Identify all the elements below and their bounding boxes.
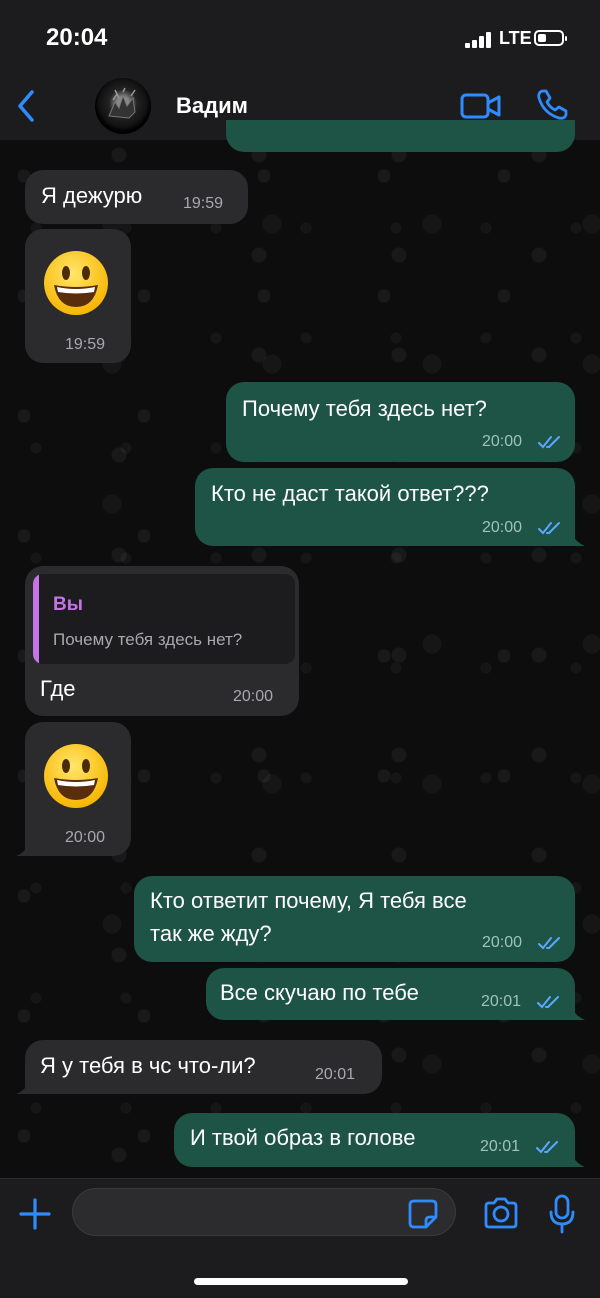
- battery-icon: [534, 30, 567, 46]
- double-check-icon: [537, 996, 559, 1009]
- signal-icon: [465, 32, 493, 48]
- microphone-icon: [549, 1194, 575, 1234]
- reply-quote-text: Почему тебя здесь нет?: [53, 630, 243, 649]
- voice-message-button[interactable]: [548, 1194, 576, 1234]
- message-time: 19:59: [65, 336, 106, 353]
- sticker-icon: [408, 1199, 438, 1229]
- reply-quote-author: Вы: [53, 594, 83, 615]
- message-bubble-incoming[interactable]: 19:59: [25, 229, 131, 363]
- message-time: 19:59: [183, 195, 224, 212]
- contact-name[interactable]: Вадим: [176, 93, 248, 119]
- voice-call-button[interactable]: [535, 88, 569, 122]
- message-bubble-incoming[interactable]: Я у тебя в чс что-ли? 20:01: [25, 1040, 382, 1094]
- double-check-icon: [538, 522, 560, 535]
- message-bubble-incoming[interactable]: Я дежурю 19:59: [25, 170, 248, 224]
- attach-button[interactable]: [18, 1197, 52, 1231]
- avatar[interactable]: [95, 78, 151, 134]
- smiling-face-icon: [44, 744, 108, 808]
- message-bubble-incoming-reply[interactable]: Вы Почему тебя здесь нет? Где 20:00: [25, 566, 299, 716]
- message-time: 20:01: [480, 1138, 521, 1155]
- double-check-icon: [538, 937, 560, 950]
- sticker-button[interactable]: [408, 1199, 438, 1229]
- plus-icon: [19, 1198, 51, 1230]
- message-bubble-outgoing[interactable]: Почему тебя здесь нет? 20:00: [226, 382, 575, 462]
- camera-icon: [484, 1197, 518, 1229]
- video-camera-icon: [460, 93, 501, 119]
- message-time: 20:00: [233, 688, 274, 705]
- message-bubble-outgoing[interactable]: Кто ответит почему, Я тебя все так же жд…: [134, 876, 575, 962]
- message-text-line-2: так же жду?: [150, 921, 272, 946]
- message-bubble-incoming[interactable]: 20:00: [25, 722, 131, 856]
- message-time: 20:01: [315, 1066, 356, 1083]
- message-text: И твой образ в голове: [190, 1125, 416, 1150]
- message-text: Кто не даст такой ответ???: [211, 481, 489, 506]
- reply-quote-bar: [33, 574, 39, 664]
- home-indicator: [194, 1278, 408, 1285]
- message-text: Почему тебя здесь нет?: [242, 396, 487, 421]
- message-bubble-outgoing[interactable]: Кто не даст такой ответ??? 20:00: [195, 468, 575, 546]
- message-time: 20:00: [65, 829, 106, 846]
- message-bubble-partial[interactable]: [226, 120, 575, 152]
- double-check-icon: [536, 1141, 558, 1154]
- back-button[interactable]: [12, 88, 42, 124]
- message-time: 20:00: [482, 934, 523, 951]
- message-time: 20:00: [482, 519, 523, 536]
- reply-quote[interactable]: Вы Почему тебя здесь нет?: [33, 574, 295, 664]
- bubble-tail: [571, 532, 585, 546]
- status-time: 20:04: [46, 24, 108, 51]
- message-input[interactable]: [89, 1189, 403, 1237]
- message-text: Я дежурю: [41, 183, 143, 208]
- message-time: 20:01: [481, 993, 522, 1010]
- smiling-face-icon: [44, 251, 108, 315]
- camera-button[interactable]: [482, 1196, 520, 1230]
- message-input-field[interactable]: [72, 1188, 456, 1237]
- message-text: Где: [40, 676, 76, 701]
- status-bar: 20:04 LTE: [0, 0, 600, 70]
- bubble-tail: [16, 1080, 30, 1094]
- message-bubble-outgoing[interactable]: И твой образ в голове 20:01: [174, 1113, 575, 1167]
- message-text: Все скучаю по тебе: [220, 980, 419, 1005]
- message-text: Я у тебя в чс что-ли?: [40, 1053, 256, 1078]
- message-time: 20:00: [482, 433, 523, 450]
- message-text-line-1: Кто ответит почему, Я тебя все: [150, 888, 467, 913]
- message-bubble-outgoing[interactable]: Все скучаю по тебе 20:01: [206, 968, 575, 1020]
- phone-icon: [537, 89, 568, 120]
- chevron-left-icon: [18, 90, 34, 122]
- bubble-tail: [571, 1153, 585, 1167]
- double-check-icon: [538, 436, 560, 449]
- bubble-tail: [571, 1006, 585, 1020]
- bubble-tail: [16, 842, 30, 856]
- video-call-button[interactable]: [460, 92, 502, 120]
- network-label: LTE: [499, 28, 532, 48]
- composer-bar: [0, 1178, 600, 1298]
